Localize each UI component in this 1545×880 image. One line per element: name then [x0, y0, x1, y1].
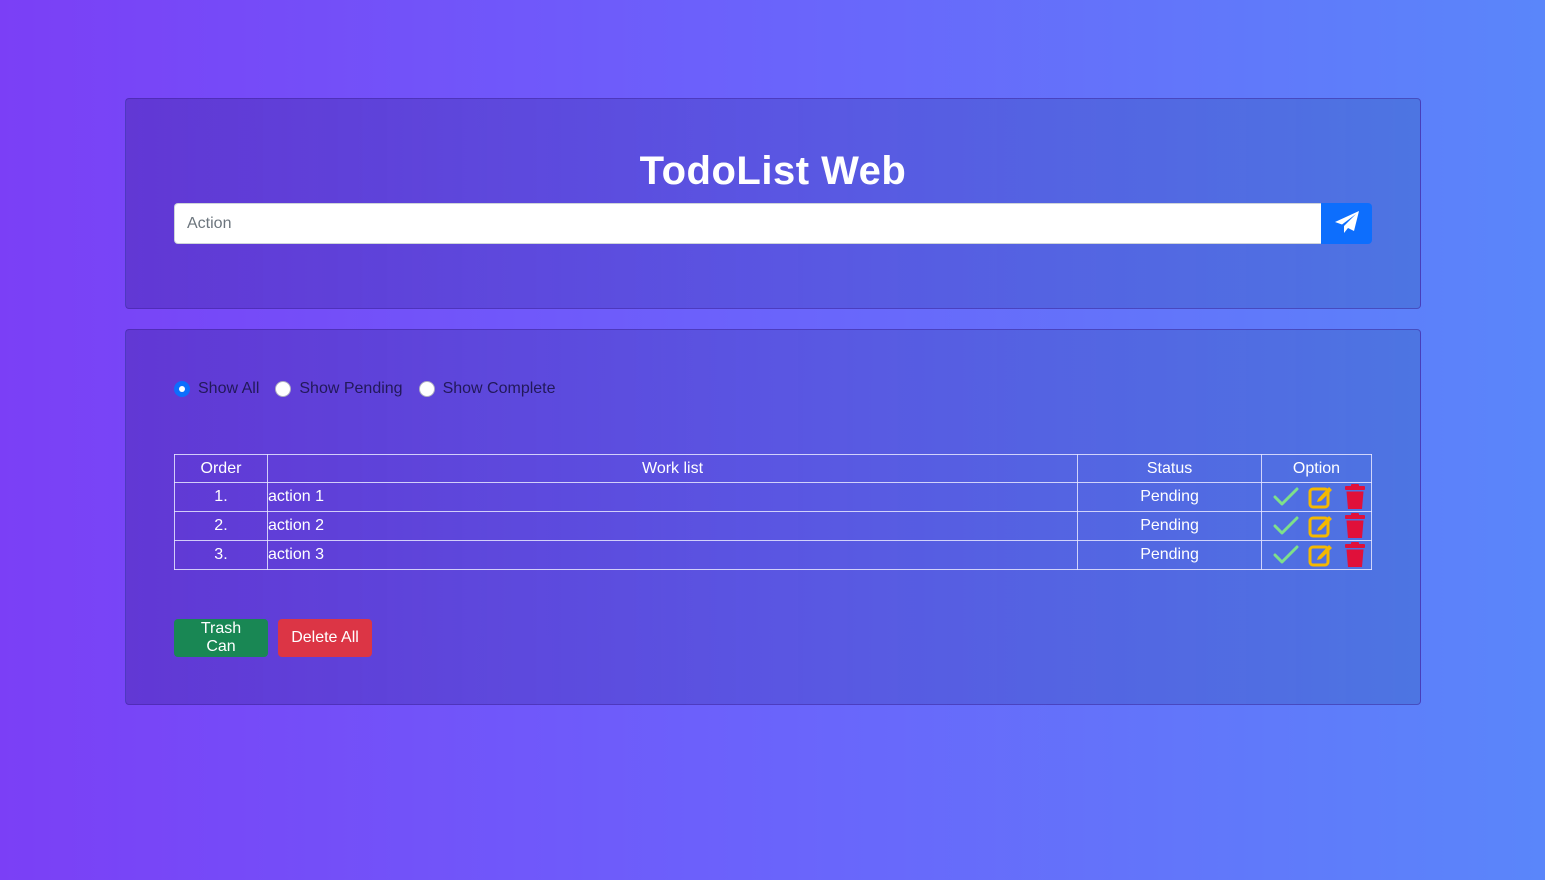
header-card: TodoList Web: [125, 98, 1421, 309]
filter-show-complete[interactable]: Show Complete: [418, 380, 556, 398]
row-work: action 1: [266, 482, 1079, 512]
radio-show-all[interactable]: [174, 381, 190, 397]
bulk-actions: Trash Can Delete All: [174, 619, 372, 657]
check-icon[interactable]: [1273, 486, 1299, 508]
row-options: [1260, 511, 1373, 541]
worklist-table: Order Work list Status Option 1. action …: [174, 454, 1373, 570]
radio-show-complete[interactable]: [418, 381, 435, 397]
column-header-work-list: Work list: [266, 454, 1079, 483]
row-work: action 2: [266, 511, 1079, 541]
row-order: 3.: [174, 540, 268, 570]
row-work: action 3: [266, 540, 1079, 570]
add-action-form: [174, 203, 1372, 244]
filter-label: Show Pending: [299, 380, 403, 397]
send-button[interactable]: [1321, 203, 1372, 244]
trash-icon[interactable]: [1343, 542, 1367, 568]
worklist-card: Show All Show Pending Show Complete Orde…: [125, 329, 1421, 705]
row-status: Pending: [1077, 511, 1262, 541]
row-status: Pending: [1077, 540, 1262, 570]
table-header-row: Order Work list Status Option: [174, 454, 1373, 483]
row-options: [1260, 482, 1373, 512]
row-status: Pending: [1077, 482, 1262, 512]
column-header-order: Order: [174, 454, 268, 483]
table-row: 2. action 2 Pending: [174, 511, 1373, 541]
trash-icon[interactable]: [1343, 484, 1367, 510]
delete-all-button[interactable]: Delete All: [278, 619, 372, 657]
edit-icon[interactable]: [1308, 513, 1334, 539]
filter-show-pending[interactable]: Show Pending: [275, 380, 403, 398]
column-header-status: Status: [1077, 454, 1262, 483]
column-header-option: Option: [1260, 454, 1373, 483]
row-options: [1260, 540, 1373, 570]
trash-icon[interactable]: [1343, 513, 1367, 539]
action-input[interactable]: [174, 203, 1321, 244]
table-row: 3. action 3 Pending: [174, 540, 1373, 570]
row-order: 1.: [174, 482, 268, 512]
filter-show-all[interactable]: Show All: [174, 380, 259, 398]
radio-show-pending[interactable]: [275, 381, 292, 397]
edit-icon[interactable]: [1308, 484, 1334, 510]
row-order: 2.: [174, 511, 268, 541]
filter-label: Show All: [198, 380, 260, 397]
filter-label: Show Complete: [442, 380, 556, 397]
page-title: TodoList Web: [639, 149, 907, 193]
edit-icon[interactable]: [1308, 542, 1334, 568]
paper-plane-icon: [1334, 210, 1360, 237]
check-icon[interactable]: [1273, 515, 1299, 537]
check-icon[interactable]: [1273, 544, 1299, 566]
table-row: 1. action 1 Pending: [174, 482, 1373, 512]
filter-group: Show All Show Pending Show Complete: [174, 380, 572, 398]
trash-can-button[interactable]: Trash Can: [174, 619, 268, 657]
